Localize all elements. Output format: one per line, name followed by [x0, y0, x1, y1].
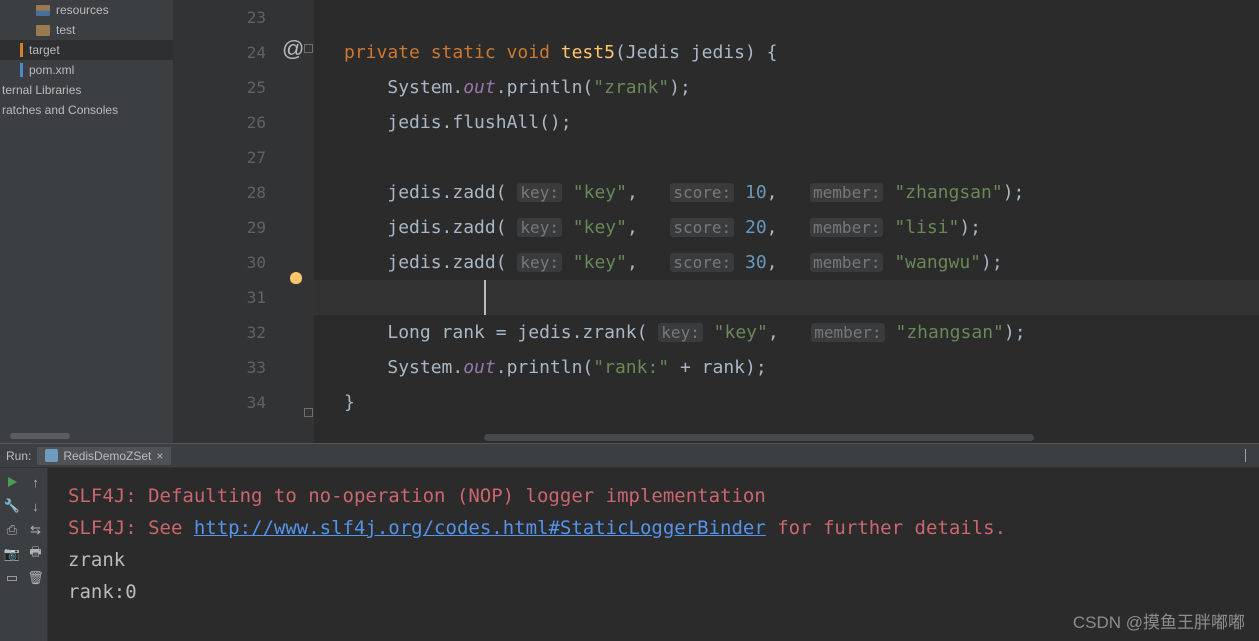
- console-line: SLF4J: See http://www.slf4j.org/codes.ht…: [68, 512, 1259, 544]
- run-tab-label: RedisDemoZSet: [63, 449, 151, 463]
- intention-bulb-icon[interactable]: [290, 272, 302, 284]
- text-caret: [484, 280, 486, 315]
- code-editor[interactable]: 232425 262728 293031 323334 @ private st…: [174, 0, 1259, 443]
- close-icon[interactable]: ×: [156, 449, 163, 463]
- tree-item-target[interactable]: target: [0, 40, 173, 60]
- watermark: CSDN @摸鱼王胖嘟嘟: [1073, 608, 1245, 633]
- print-icon[interactable]: 🖶: [28, 546, 44, 562]
- maven-icon: [20, 63, 23, 77]
- target-icon[interactable]: ⎙: [4, 522, 20, 538]
- trash-icon[interactable]: 🗑: [28, 570, 44, 586]
- gutter-annotations: [274, 0, 314, 443]
- up-icon[interactable]: ↑: [28, 474, 44, 490]
- console-link[interactable]: http://www.slf4j.org/codes.html#StaticLo…: [194, 517, 766, 539]
- tree-item-pom[interactable]: pom.xml: [0, 60, 173, 80]
- console-line: rank:0: [68, 576, 1259, 608]
- line-gutter[interactable]: 232425 262728 293031 323334: [174, 0, 274, 443]
- run-label: Run:: [6, 449, 31, 463]
- tree-label: pom.xml: [29, 63, 74, 77]
- tree-scrollbar[interactable]: [10, 433, 70, 439]
- console-line: SLF4J: Defaulting to no-operation (NOP) …: [68, 480, 1259, 512]
- tree-item-scratches[interactable]: ratches and Consoles: [0, 100, 173, 120]
- down-icon[interactable]: ↓: [28, 498, 44, 514]
- target-icon: [20, 43, 23, 57]
- run-header: Run: RedisDemoZSet × —: [0, 444, 1259, 468]
- tree-label: test: [56, 23, 75, 37]
- run-tool-window: Run: RedisDemoZSet × — 🔧 ⎙ 📷 ▭ ↑ ↓ ⇆ 🖶 🗑…: [0, 443, 1259, 641]
- run-tab[interactable]: RedisDemoZSet ×: [37, 447, 171, 465]
- tree-item-test[interactable]: test: [0, 20, 173, 40]
- console-line: zrank: [68, 544, 1259, 576]
- run-toolbar-right: ↑ ↓ ⇆ 🖶 🗑: [24, 468, 48, 641]
- wrench-icon[interactable]: 🔧: [4, 498, 20, 514]
- rerun-icon[interactable]: [4, 474, 20, 490]
- tree-label: ratches and Consoles: [2, 103, 118, 117]
- tree-label: target: [29, 43, 60, 57]
- code-area[interactable]: private static void test5(Jedis jedis) {…: [274, 0, 1259, 443]
- camera-icon[interactable]: 📷: [4, 546, 20, 562]
- tree-label: ternal Libraries: [2, 83, 81, 97]
- minimize-icon[interactable]: —: [1239, 449, 1254, 462]
- folder-icon: [36, 25, 50, 36]
- override-gutter-icon[interactable]: @: [282, 36, 304, 62]
- editor-scrollbar[interactable]: [484, 434, 1034, 441]
- tree-item-libraries[interactable]: ternal Libraries: [0, 80, 173, 100]
- wrap-icon[interactable]: ⇆: [28, 522, 44, 538]
- tree-item-resources[interactable]: resources: [0, 0, 173, 20]
- keyword: private static void: [344, 42, 550, 63]
- fold-end-icon[interactable]: [304, 408, 313, 417]
- folder-icon: [36, 5, 50, 16]
- method-name: test5: [561, 42, 615, 63]
- layout-icon[interactable]: ▭: [4, 570, 20, 586]
- project-tree[interactable]: resources test target pom.xml ternal Lib…: [0, 0, 174, 443]
- run-toolbar-left: 🔧 ⎙ 📷 ▭: [0, 468, 24, 641]
- tree-label: resources: [56, 3, 109, 17]
- fold-start-icon[interactable]: [304, 44, 313, 53]
- app-icon: [45, 449, 58, 462]
